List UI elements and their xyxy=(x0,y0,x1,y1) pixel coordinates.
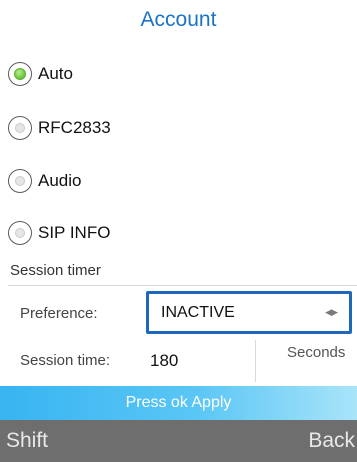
radio-button[interactable] xyxy=(8,62,32,86)
radio-option-audio[interactable]: Audio xyxy=(8,167,81,195)
session-time-input[interactable]: 180 xyxy=(146,340,256,382)
radio-label: RFC2833 xyxy=(38,118,111,137)
softkey-bar: Shift Back xyxy=(0,420,357,462)
section-label-session-timer: Session timer xyxy=(10,262,101,279)
radio-dot xyxy=(15,123,25,133)
session-time-label: Session time: xyxy=(20,352,111,369)
radio-label: SIP INFO xyxy=(38,223,111,242)
preference-value: INACTIVE xyxy=(161,303,235,321)
hint-text: Press ok Apply xyxy=(125,394,232,411)
radio-button[interactable] xyxy=(8,221,32,245)
radio-selected-dot xyxy=(14,68,26,80)
shift-softkey[interactable]: Shift xyxy=(6,429,48,453)
hint-bar: Press ok Apply xyxy=(0,386,357,420)
radio-option-rfc2833[interactable]: RFC2833 xyxy=(8,114,111,142)
radio-label: Audio xyxy=(38,171,82,190)
session-time-unit: Seconds xyxy=(287,344,346,361)
preference-select[interactable]: INACTIVE ◀▶ xyxy=(146,291,352,334)
back-softkey[interactable]: Back xyxy=(308,429,355,453)
radio-dot xyxy=(15,228,25,238)
radio-label: Auto xyxy=(38,64,73,83)
preference-label: Preference: xyxy=(20,305,98,322)
radio-button[interactable] xyxy=(8,116,32,140)
section-divider xyxy=(8,285,357,286)
radio-option-sip-info[interactable]: SIP INFO xyxy=(8,219,110,247)
radio-dot xyxy=(15,176,25,186)
radio-button[interactable] xyxy=(8,169,32,193)
session-time-value: 180 xyxy=(150,351,179,370)
page-title: Account xyxy=(140,8,217,31)
radio-option-auto[interactable]: Auto xyxy=(8,60,73,88)
left-right-arrows-icon: ◀▶ xyxy=(325,307,338,317)
